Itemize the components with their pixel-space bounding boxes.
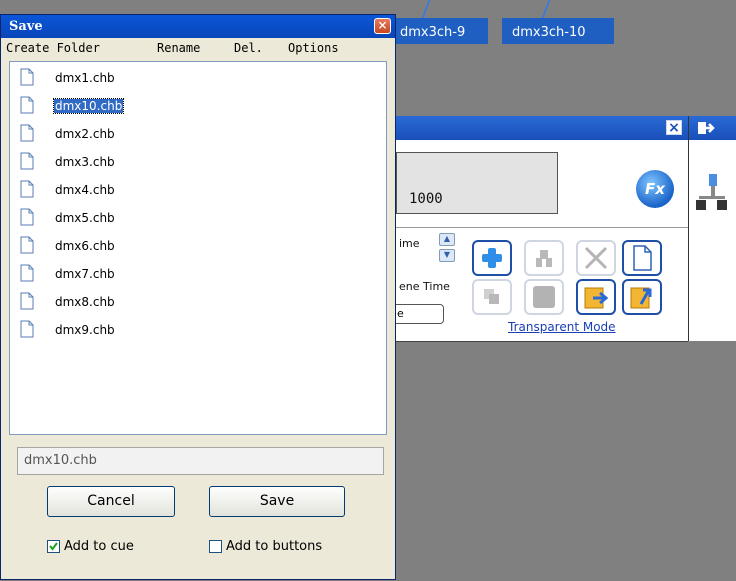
file-name: dmx1.chb: [55, 71, 115, 85]
tab-divider: [418, 0, 434, 18]
import-button[interactable]: [576, 279, 616, 315]
fx-icon[interactable]: Fx: [636, 170, 674, 208]
scene-time-field[interactable]: e: [388, 304, 444, 324]
menu-bar: Create Folder Rename Del. Options: [1, 38, 395, 60]
file-name: dmx6.chb: [55, 239, 115, 253]
delete-button[interactable]: [576, 240, 616, 276]
file-name: dmx4.chb: [55, 183, 115, 197]
tab-dmx3ch-10[interactable]: dmx3ch-10: [502, 18, 614, 44]
file-name: dmx5.chb: [55, 211, 115, 225]
menu-rename[interactable]: Rename: [157, 41, 200, 55]
square-icon: [533, 286, 555, 308]
export-button[interactable]: [622, 279, 662, 315]
document-icon: [20, 96, 34, 114]
value-text: 1000: [409, 191, 443, 207]
document-icon: [20, 152, 34, 170]
add-to-cue-label: Add to cue: [64, 539, 134, 554]
file-name: dmx2.chb: [55, 127, 115, 141]
file-name: dmx7.chb: [55, 267, 115, 281]
document-icon: [20, 236, 34, 254]
people-icon: [536, 250, 552, 267]
file-name: dmx9.chb: [55, 323, 115, 337]
side-panel: [688, 116, 736, 341]
value-display: 1000: [396, 152, 558, 214]
copy-icon: [484, 289, 499, 304]
checkbox-box[interactable]: [209, 540, 222, 553]
tab-dmx3ch-9[interactable]: dmx3ch-9: [390, 18, 488, 44]
cancel-button[interactable]: Cancel: [47, 486, 175, 517]
document-icon: [20, 124, 34, 142]
menu-options[interactable]: Options: [288, 41, 339, 55]
folder-in-icon: [584, 287, 609, 309]
save-dialog: Save × Create Folder Rename Del. Options…: [0, 14, 396, 580]
file-name: dmx3.chb: [55, 155, 115, 169]
plus-icon: [482, 248, 502, 268]
exit-icon[interactable]: [697, 120, 715, 136]
document-icon: [20, 292, 34, 310]
filename-input[interactable]: dmx10.chb: [17, 447, 384, 475]
panel-divider: [396, 227, 688, 228]
file-list[interactable]: dmx1.chb dmx10.chb dmx2.chb dmx3.chb dmx4.ch…: [9, 61, 387, 435]
document-icon: [20, 208, 34, 226]
dialog-title-bar[interactable]: Save ×: [1, 15, 395, 38]
stop-button[interactable]: [524, 279, 564, 315]
save-button[interactable]: Save: [209, 486, 345, 517]
file-name: dmx8.chb: [55, 295, 115, 309]
checkbox-box[interactable]: [47, 540, 60, 553]
side-panel-header: [689, 116, 736, 140]
add-to-buttons-label: Add to buttons: [226, 539, 323, 554]
file-name: dmx10.chb: [52, 98, 125, 114]
scene-time-label: ene Time: [399, 280, 450, 293]
panel-close-icon[interactable]: ×: [666, 120, 682, 135]
new-document-button[interactable]: [622, 240, 662, 276]
menu-delete[interactable]: Del.: [234, 41, 263, 55]
panel-title-bar: ×: [396, 116, 688, 140]
folder-out-icon: [630, 287, 652, 309]
group-button[interactable]: [524, 240, 564, 276]
check-icon: [49, 542, 58, 551]
tab-divider: [538, 0, 554, 18]
transparent-mode-link[interactable]: Transparent Mode: [508, 320, 616, 334]
document-icon: [20, 264, 34, 282]
dialog-title: Save: [9, 19, 43, 34]
x-icon: [584, 246, 608, 270]
document-icon: [20, 180, 34, 198]
spin-up-icon[interactable]: ▲: [439, 233, 455, 246]
close-icon[interactable]: ×: [374, 18, 391, 34]
copy-button[interactable]: [472, 279, 512, 315]
document-icon: [20, 320, 34, 338]
spin-down-icon[interactable]: ▼: [439, 249, 455, 262]
network-icon[interactable]: [693, 172, 729, 220]
add-button[interactable]: [472, 240, 512, 276]
menu-create-folder[interactable]: Create Folder: [6, 41, 100, 55]
document-icon: [20, 68, 34, 86]
time-label: ime: [399, 237, 420, 250]
document-icon: [633, 245, 652, 271]
